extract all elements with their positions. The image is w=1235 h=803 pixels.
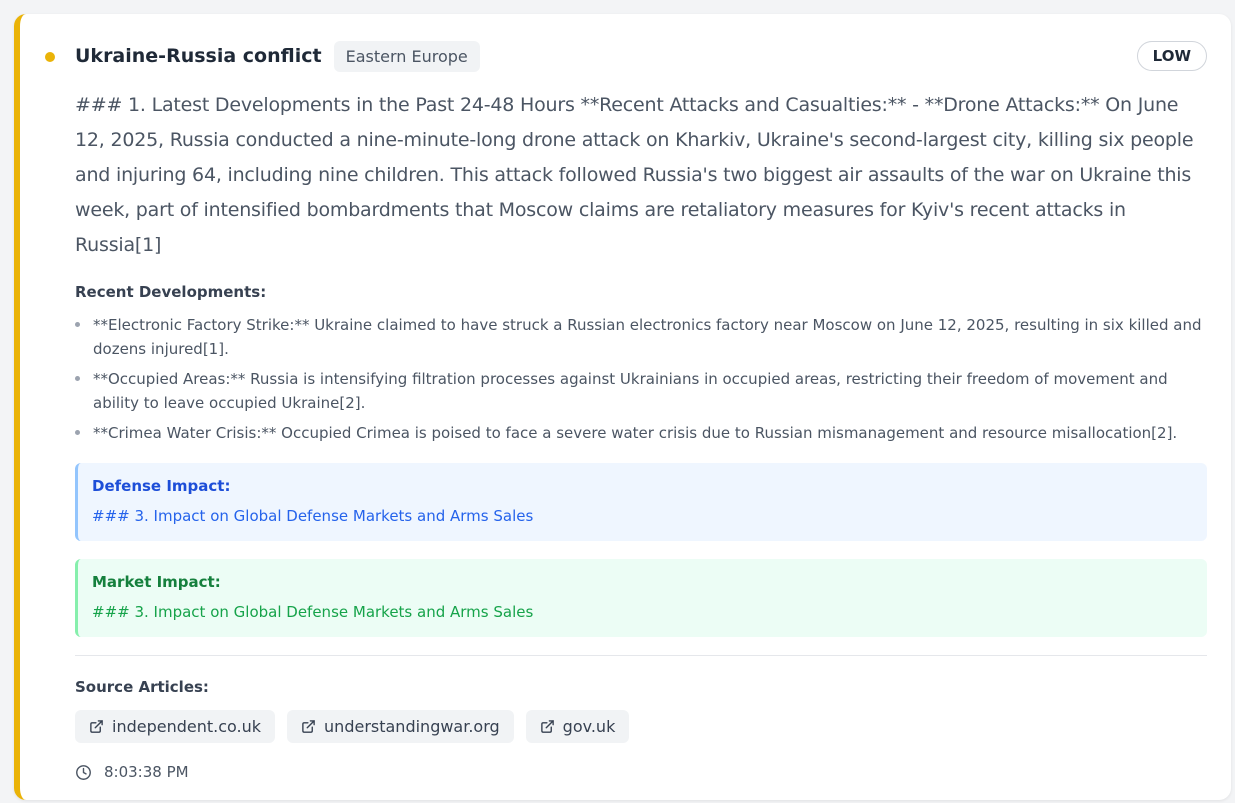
recent-developments-title: Recent Developments: [75, 283, 267, 301]
sources-title: Source Articles: [75, 678, 209, 696]
source-link-label: gov.uk [562, 717, 616, 736]
clock-icon [76, 764, 91, 780]
market-impact-box: Market Impact: ### 3. Impact on Global D… [75, 559, 1207, 637]
external-link-icon [90, 720, 103, 733]
bullet-icon [75, 376, 80, 381]
list-item: **Crimea Water Crisis:** Occupied Crimea… [75, 421, 1207, 445]
defense-impact-box: Defense Impact: ### 3. Impact on Global … [75, 463, 1207, 541]
external-link-icon [540, 720, 554, 733]
source-link-govuk[interactable]: gov.uk [525, 710, 630, 743]
card-header: Ukraine-Russia conflict Eastern Europe L… [45, 38, 1207, 74]
summary-text: ### 1. Latest Developments in the Past 2… [75, 94, 1194, 256]
severity-badge: LOW [1136, 41, 1207, 71]
source-links: independent.co.uk understandingwar.org g… [75, 710, 1207, 743]
defense-impact-text: ### 3. Impact on Global Defense Markets … [92, 507, 534, 525]
bullet-icon [75, 322, 80, 327]
card-title: Ukraine-Russia conflict [75, 45, 322, 67]
list-item-text: **Electronic Factory Strike:** Ukraine c… [93, 316, 1202, 358]
defense-impact-title: Defense Impact: [92, 477, 231, 495]
source-link-label: independent.co.uk [112, 717, 262, 736]
timestamp: 8:03:38 PM [75, 763, 1207, 781]
region-tag: Eastern Europe [333, 40, 480, 72]
status-dot [45, 52, 55, 62]
market-impact-text: ### 3. Impact on Global Defense Markets … [92, 603, 534, 621]
conflict-card: Ukraine-Russia conflict Eastern Europe L… [14, 14, 1231, 800]
list-item-text: **Occupied Areas:** Russia is intensifyi… [93, 370, 1168, 412]
market-impact-title: Market Impact: [92, 573, 221, 591]
source-link-label: understandingwar.org [324, 717, 500, 736]
list-item: **Electronic Factory Strike:** Ukraine c… [75, 313, 1207, 361]
external-link-icon [302, 720, 315, 733]
recent-developments-list: **Electronic Factory Strike:** Ukraine c… [75, 313, 1207, 445]
list-item: **Occupied Areas:** Russia is intensifyi… [75, 367, 1207, 415]
source-link-understandingwar[interactable]: understandingwar.org [287, 710, 514, 743]
divider [75, 655, 1207, 656]
bullet-icon [75, 430, 80, 435]
source-link-independent[interactable]: independent.co.uk [75, 710, 276, 743]
timestamp-text: 8:03:38 PM [104, 763, 189, 781]
list-item-text: **Crimea Water Crisis:** Occupied Crimea… [93, 424, 1178, 442]
